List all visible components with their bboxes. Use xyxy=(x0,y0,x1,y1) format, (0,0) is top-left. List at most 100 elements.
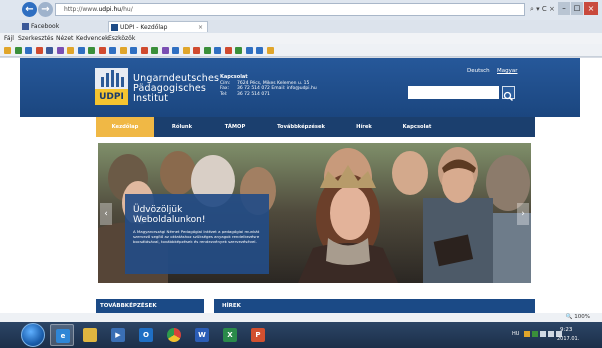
url-suffix: /hu/ xyxy=(121,6,133,13)
chrome-icon xyxy=(167,328,181,342)
address-tools[interactable]: ⌕ ▾ C × xyxy=(530,5,555,14)
close-window-button[interactable]: × xyxy=(584,2,598,15)
status-bar: 🔍 100% xyxy=(0,313,602,322)
tab-udpi[interactable]: UDPI - Kezdőlap × xyxy=(108,21,208,32)
taskbar-app-chrome[interactable] xyxy=(162,324,186,346)
favorite-shortcut-icon[interactable] xyxy=(119,47,127,54)
menu-file[interactable]: Fájl xyxy=(4,33,14,44)
screen: ← → http://www.udpi.hu/hu/ ⌕ ▾ C × – □ ×… xyxy=(0,0,602,348)
language-german-link[interactable]: Deutsch xyxy=(467,68,490,74)
favorite-shortcut-icon[interactable] xyxy=(245,47,253,54)
favorite-shortcut-icon[interactable] xyxy=(77,47,85,54)
favorites-bar xyxy=(0,44,602,57)
clock-date[interactable]: 2017.01. xyxy=(557,336,579,342)
favorite-shortcut-icon[interactable] xyxy=(4,47,11,54)
welcome-box: Üdvözöljük Weboldalunkon! A Magyarország… xyxy=(125,194,269,274)
explorer-icon xyxy=(83,328,97,342)
favorite-shortcut-icon[interactable] xyxy=(203,47,211,54)
favorite-shortcut-icon[interactable] xyxy=(266,47,274,54)
facebook-icon xyxy=(22,23,29,30)
tab-facebook[interactable]: Facebook xyxy=(20,21,105,32)
favorite-shortcut-icon[interactable] xyxy=(193,47,200,54)
main-nav: Kezdőlap Rólunk TÁMOP Továbbképzések Hír… xyxy=(96,117,535,137)
menu-view[interactable]: Nézet xyxy=(56,33,73,44)
taskbar-app-media[interactable]: ▶ xyxy=(106,324,130,346)
minimize-button[interactable]: – xyxy=(558,2,570,15)
favorite-shortcut-icon[interactable] xyxy=(14,47,22,54)
favorite-shortcut-icon[interactable] xyxy=(88,47,95,54)
search-button[interactable] xyxy=(502,86,515,102)
hero-slider: ‹ › Üdvözöljük Weboldalunkon! A Magyaror… xyxy=(98,143,531,283)
welcome-title-line: Weboldalunkon! xyxy=(133,215,206,225)
search-icon xyxy=(503,91,514,102)
tray-icon[interactable] xyxy=(532,331,538,337)
favorite-shortcut-icon[interactable] xyxy=(182,47,190,54)
forward-button[interactable]: → xyxy=(38,2,53,17)
tab-close-icon[interactable]: × xyxy=(198,22,203,33)
slider-next-button[interactable]: › xyxy=(517,203,529,225)
favorite-shortcut-icon[interactable] xyxy=(235,47,242,54)
favorite-shortcut-icon[interactable] xyxy=(214,47,221,54)
section-trainings-heading[interactable]: TOVÁBBKÉPZÉSEK xyxy=(96,299,204,313)
contact-value: 36 72 514 071 xyxy=(237,91,270,97)
taskbar-app-ie[interactable]: e xyxy=(50,324,74,346)
tray-icon[interactable] xyxy=(524,331,530,337)
taskbar-app-excel[interactable]: X xyxy=(218,324,242,346)
favorite-shortcut-icon[interactable] xyxy=(35,47,43,54)
web-page: UDPI Ungarndeutsches Pädagogisches Insti… xyxy=(0,58,602,313)
zoom-level[interactable]: 🔍 100% xyxy=(566,314,590,320)
favorite-shortcut-icon[interactable] xyxy=(56,47,64,54)
search-input[interactable] xyxy=(408,86,499,99)
welcome-title-line: Üdvözöljük xyxy=(133,205,183,215)
menu-favorites[interactable]: Kedvencek xyxy=(76,33,109,44)
favorite-shortcut-icon[interactable] xyxy=(151,47,158,54)
section-news-heading[interactable]: HÍREK xyxy=(214,299,535,313)
contact-block: Kapcsolat Cím: 7624 Pécs, Mikes Kelemen u… xyxy=(220,74,317,98)
favorite-shortcut-icon[interactable] xyxy=(140,47,148,54)
contact-label: Tel: xyxy=(220,91,228,97)
nav-trainings[interactable]: Továbbképzések xyxy=(260,117,342,137)
taskbar-app-powerpoint[interactable]: P xyxy=(246,324,270,346)
favorite-shortcut-icon[interactable] xyxy=(46,47,53,54)
favorite-shortcut-icon[interactable] xyxy=(98,47,106,54)
welcome-title: Üdvözöljük Weboldalunkon! xyxy=(133,205,205,225)
tray-icon[interactable] xyxy=(540,331,546,337)
contact-value: 7624 Pécs, Mikes Kelemen u. 15 xyxy=(237,80,310,86)
maximize-button[interactable]: □ xyxy=(571,2,583,15)
taskbar-app-explorer[interactable] xyxy=(78,324,102,346)
tab-bar: Facebook UDPI - Kezdőlap × xyxy=(0,20,602,33)
site-title-line: Institut xyxy=(133,93,169,104)
tray-icon[interactable] xyxy=(548,331,554,337)
url-host: udpi.hu xyxy=(98,6,122,13)
contact-row: Tel: 36 72 514 071 xyxy=(220,92,317,98)
clock-time[interactable]: 9:23 xyxy=(560,327,572,333)
back-button[interactable]: ← xyxy=(22,2,37,17)
favorite-shortcut-icon[interactable] xyxy=(224,47,232,54)
menu-tools[interactable]: Eszközök xyxy=(108,33,135,44)
tray-language[interactable]: HU xyxy=(512,331,519,337)
start-button[interactable] xyxy=(21,323,45,347)
nav-news[interactable]: Hírek xyxy=(342,117,386,137)
favorite-shortcut-icon[interactable] xyxy=(109,47,116,54)
slider-prev-button[interactable]: ‹ xyxy=(100,203,112,225)
nav-contact[interactable]: Kapcsolat xyxy=(386,117,448,137)
nav-tamop[interactable]: TÁMOP xyxy=(210,117,260,137)
favorite-shortcut-icon[interactable] xyxy=(161,47,169,54)
favorite-shortcut-icon[interactable] xyxy=(172,47,179,54)
url-field[interactable]: http://www.udpi.hu/hu/ xyxy=(55,3,525,16)
welcome-text: A Magyarországi Német Pedagógiai Intézet… xyxy=(133,229,260,244)
favorite-shortcut-icon[interactable] xyxy=(25,47,32,54)
nav-home[interactable]: Kezdőlap xyxy=(96,117,154,137)
logo-text: UDPI xyxy=(95,89,128,105)
outlook-icon: O xyxy=(139,328,153,342)
favorite-shortcut-icon[interactable] xyxy=(130,47,137,54)
favorite-shortcut-icon[interactable] xyxy=(256,47,263,54)
nav-about[interactable]: Rólunk xyxy=(154,117,210,137)
language-hungarian-link[interactable]: Magyar xyxy=(497,68,518,74)
taskbar-app-word[interactable]: W xyxy=(190,324,214,346)
udpi-logo[interactable]: UDPI xyxy=(95,68,128,105)
favorite-shortcut-icon[interactable] xyxy=(67,47,74,54)
taskbar-app-outlook[interactable]: O xyxy=(134,324,158,346)
menu-edit[interactable]: Szerkesztés xyxy=(18,33,54,44)
ie-icon: e xyxy=(56,329,70,343)
